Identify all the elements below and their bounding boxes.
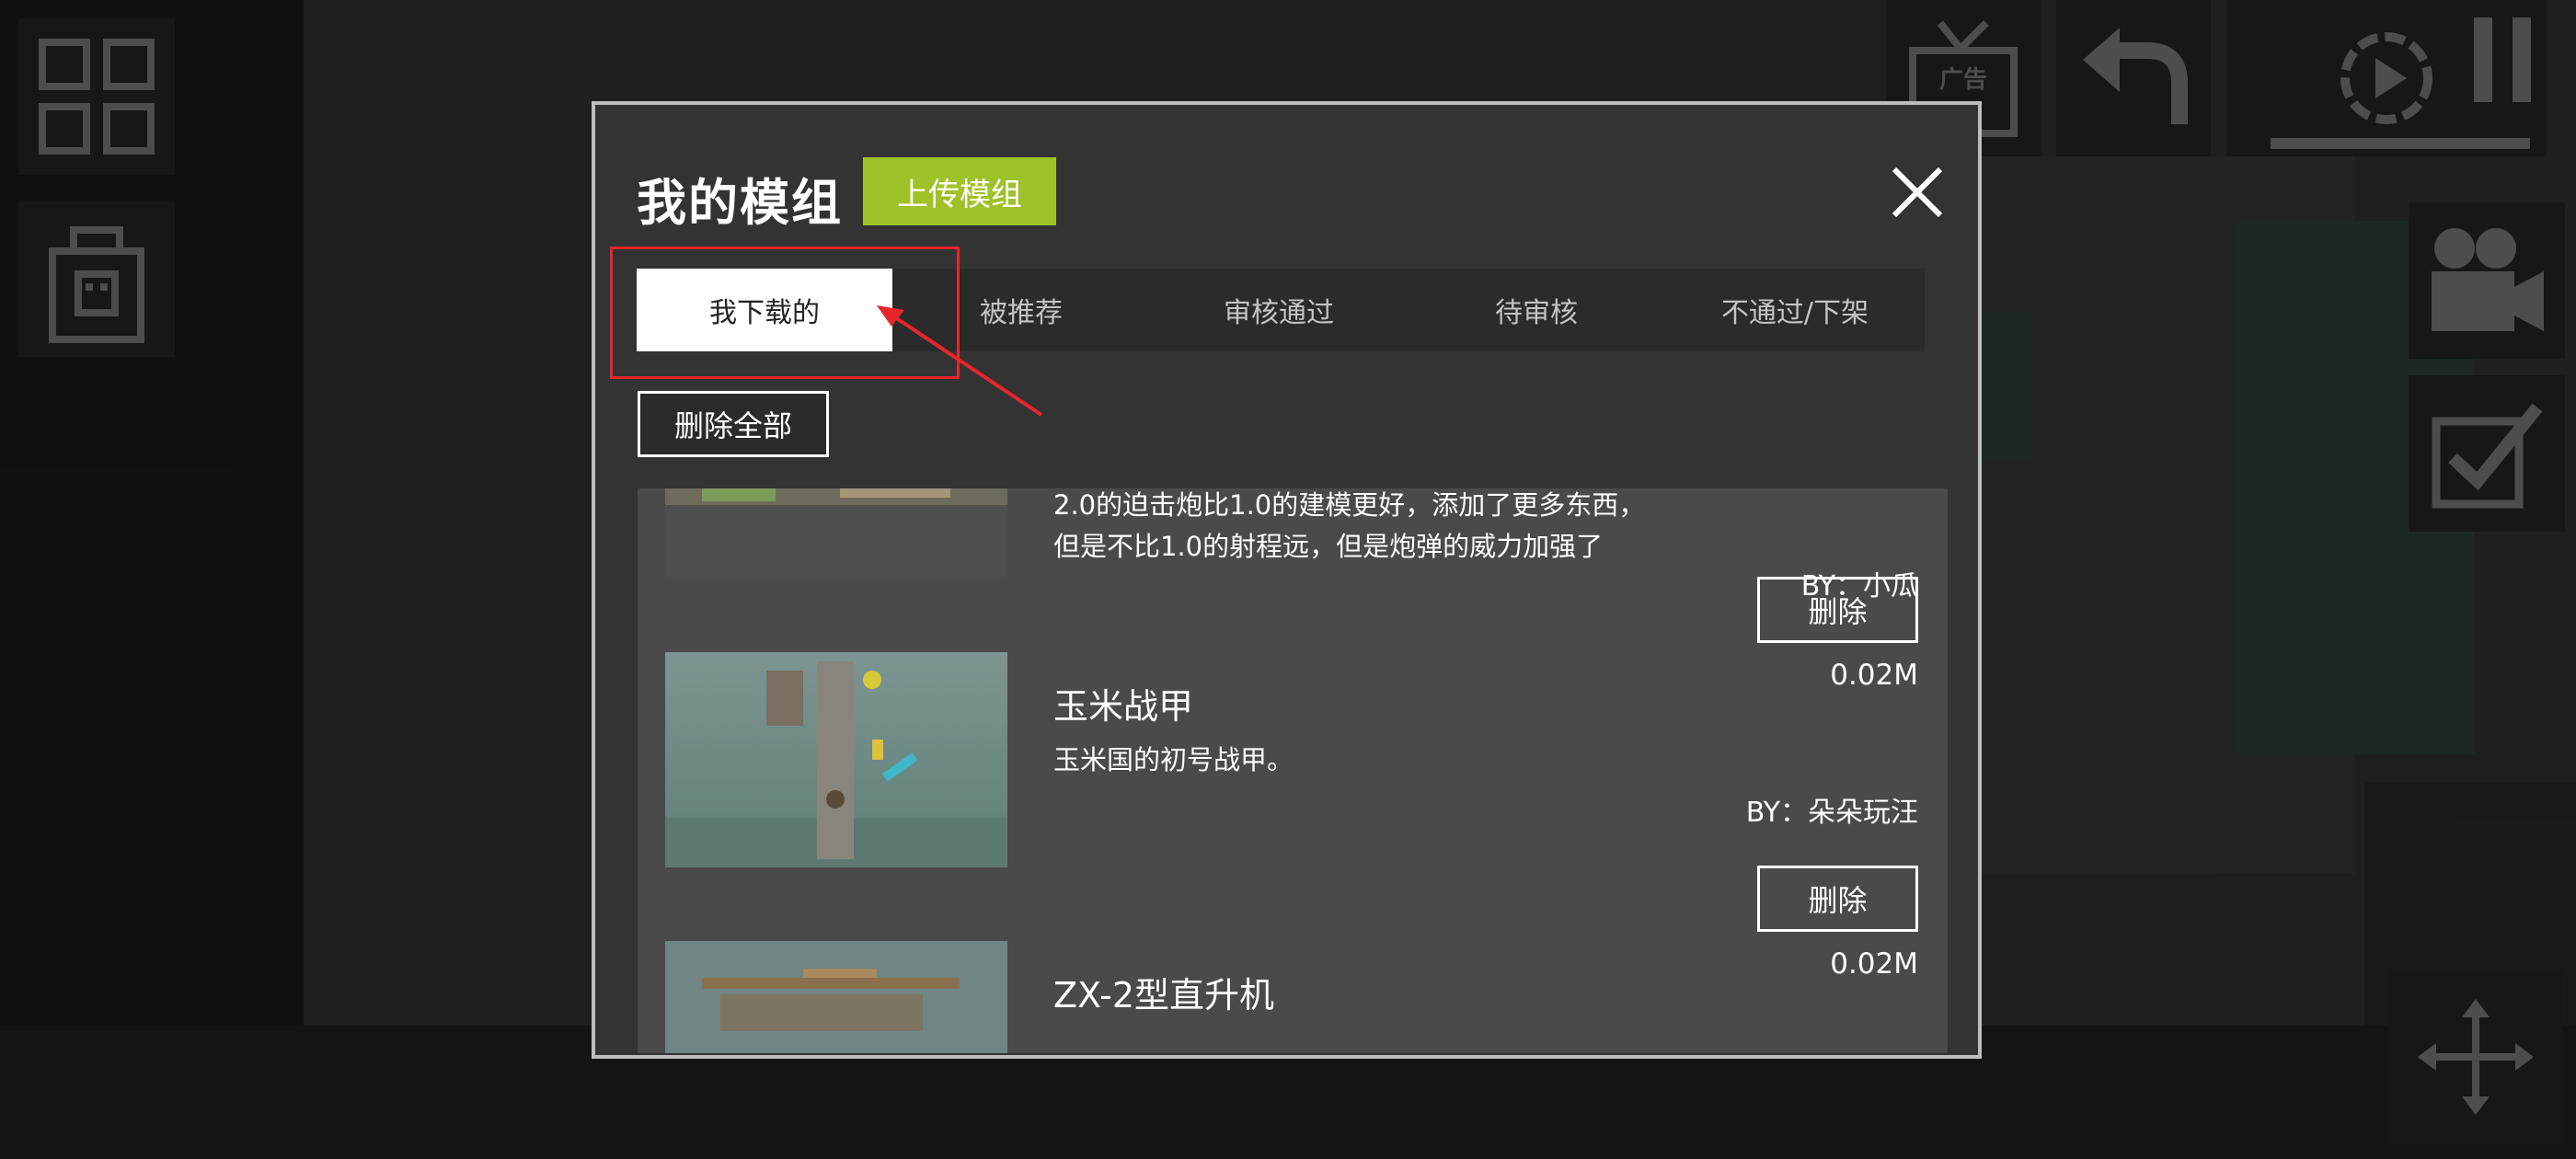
tab-rejected[interactable]: 不通过/下架 bbox=[1665, 269, 1925, 351]
delete-all-button[interactable]: 删除全部 bbox=[638, 391, 829, 457]
list-item: 2.0的迫击炮比1.0的建模更好，添加了更多东西， 但是不比1.0的射程远，但是… bbox=[638, 488, 1948, 625]
delete-button[interactable]: 删除 bbox=[1757, 577, 1918, 643]
mod-description: 玉米国的初号战甲。 bbox=[1053, 740, 1294, 781]
mod-size: 0.02M bbox=[1830, 947, 1918, 981]
upload-mod-button[interactable]: 上传模组 bbox=[863, 157, 1056, 225]
mod-thumbnail bbox=[665, 652, 1007, 867]
mod-author: BY：朵朵玩汪 bbox=[1745, 797, 1918, 829]
mod-description-line: 2.0的迫击炮比1.0的建模更好，添加了更多东西， bbox=[1053, 489, 1646, 521]
mod-name: 玉米战甲 bbox=[1053, 686, 1194, 727]
close-button[interactable] bbox=[1885, 160, 1949, 224]
annotation-arrow bbox=[877, 305, 1043, 417]
mod-description-line: 玉米国的初号战甲。 bbox=[1053, 744, 1294, 775]
mod-description-line: 但是不比1.0的射程远，但是炮弹的威力加强了 bbox=[1053, 531, 1604, 562]
mod-list[interactable]: 2.0的迫击炮比1.0的建模更好，添加了更多东西， 但是不比1.0的射程远，但是… bbox=[638, 488, 1948, 1053]
delete-button[interactable]: 删除 bbox=[1757, 866, 1918, 932]
mod-description: 2.0的迫击炮比1.0的建模更好，添加了更多东西， 但是不比1.0的射程远，但是… bbox=[1053, 488, 1645, 568]
close-icon bbox=[1892, 166, 1943, 218]
mod-thumbnail bbox=[665, 941, 1007, 1053]
dialog-title: 我的模组 bbox=[637, 174, 843, 232]
mod-name: ZX-2型直升机 bbox=[1053, 975, 1275, 1016]
list-item: 删除 0.02M ZX-2型直升机 bbox=[638, 866, 1948, 1053]
list-item: 删除 0.02M 玉米战甲 玉米国的初号战甲。 BY：朵朵玩汪 bbox=[638, 577, 1948, 913]
mod-size: 0.02M bbox=[1830, 659, 1918, 692]
my-mods-dialog: 我的模组 上传模组 我下载的 被推荐 审核通过 待审核 不通过/下架 删除全部 … bbox=[592, 101, 1982, 1059]
tab-approved[interactable]: 审核通过 bbox=[1150, 269, 1408, 351]
mod-thumbnail bbox=[665, 488, 1007, 579]
tab-pending[interactable]: 待审核 bbox=[1408, 269, 1665, 351]
